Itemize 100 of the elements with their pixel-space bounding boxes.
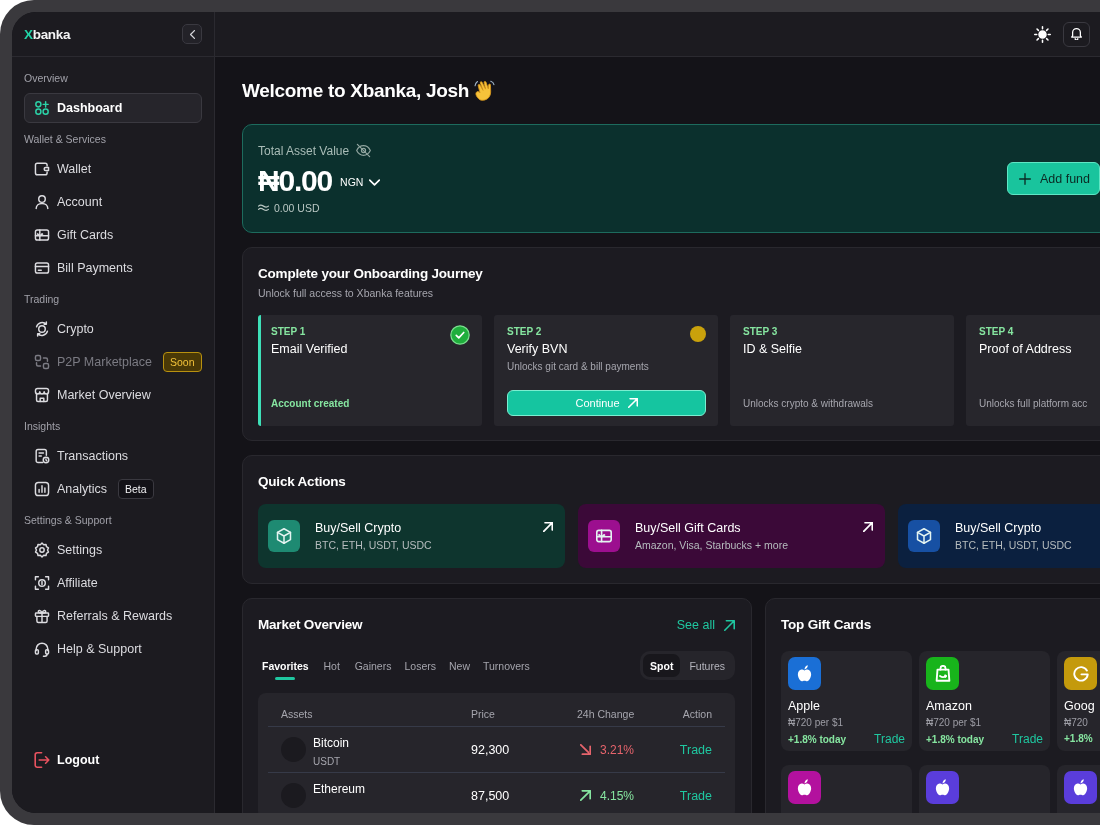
column-header: Action — [682, 708, 712, 721]
wallet-icon — [34, 160, 50, 177]
sun-icon[interactable] — [1034, 25, 1051, 43]
page-title: Welcome to Xbanka, Josh — [242, 79, 470, 103]
section-label: Overview — [24, 71, 69, 85]
eye-off-icon[interactable] — [356, 143, 372, 158]
segment-button[interactable]: Futures — [682, 654, 732, 677]
focus-coin-icon — [34, 574, 50, 591]
asset-name: Ethereum — [313, 782, 366, 797]
quick-action-card[interactable]: Buy/Sell Crypto BTC, ETH, USDT, USDC — [898, 504, 1100, 568]
tab[interactable]: Hot — [321, 658, 342, 680]
sidebar-item[interactable]: Gift Cards — [24, 219, 202, 250]
change-text: 3.21% — [600, 742, 635, 757]
document-clock-icon — [34, 447, 50, 464]
sidebar-item[interactable]: Bill Payments — [24, 252, 202, 283]
coin-cycle-icon — [34, 320, 50, 337]
converted-balance: 0.00 USD — [274, 200, 320, 215]
price-text: 87,500 — [471, 788, 510, 803]
logout-item[interactable]: Logout — [24, 745, 110, 775]
headset-icon — [34, 640, 50, 657]
chevron-down-icon — [369, 178, 381, 186]
step-title: Proof of Address — [979, 341, 1072, 357]
change-text: 4.15% — [600, 788, 635, 803]
step-label: STEP 3 — [743, 326, 778, 338]
logo: Xbanka — [24, 26, 71, 42]
asset-name: Bitcoin — [313, 736, 350, 751]
gift-card-name: Apple — [788, 698, 820, 714]
price-text: 92,300 — [471, 742, 510, 757]
tab[interactable]: Gainers — [354, 658, 392, 680]
sidebar-item[interactable]: Transactions — [24, 440, 202, 471]
action-title: Buy/Sell Crypto — [955, 520, 1042, 536]
section-label: Settings & Support — [24, 513, 113, 527]
panel-subtitle: Unlock full access to Xbanka features — [258, 286, 434, 300]
balance-amount: ₦0.00 — [258, 163, 333, 198]
credit-card-icon — [34, 259, 50, 276]
sidebar-item[interactable]: Referrals & Rewards — [24, 600, 202, 631]
badge: Soon — [162, 351, 202, 372]
transfer-icon — [34, 353, 50, 370]
section-label: Insights — [24, 419, 62, 433]
sidebar-item[interactable]: Affiliate — [24, 567, 202, 598]
panel-title: Complete your Onboarding Journey — [258, 265, 483, 283]
action-title: Buy/Sell Crypto — [315, 520, 402, 536]
grid-icon — [34, 99, 50, 116]
section-label: Wallet & Services — [24, 132, 107, 146]
quick-action-card[interactable]: Buy/Sell Gift Cards Amazon, Visa, Starbucks + more — [578, 504, 885, 568]
arrow-down-right-icon — [580, 744, 591, 755]
badge: Beta — [118, 478, 154, 499]
notifications-button[interactable] — [1063, 21, 1090, 47]
action-title: Buy/Sell Gift Cards — [635, 520, 741, 536]
check-circle-icon — [450, 325, 470, 345]
store-icon — [34, 386, 50, 403]
sidebar-item[interactable]: Analytics — [24, 473, 118, 504]
arrow-up-right-icon — [580, 790, 591, 801]
tab[interactable]: Turnovers — [483, 658, 530, 680]
action-subtitle: Amazon, Visa, Starbucks + more — [635, 539, 788, 552]
action-subtitle: BTC, ETH, USDT, USDC — [955, 539, 1072, 552]
collapse-sidebar-button[interactable] — [182, 24, 202, 44]
step-note: Unlocks crypto & withdrawals — [743, 397, 874, 410]
sidebar-item[interactable]: Market Overview — [24, 379, 202, 410]
sidebar-item[interactable]: Help & Support — [24, 633, 202, 664]
chevron-left-icon — [189, 29, 195, 39]
trade-link[interactable]: Trade — [874, 732, 905, 746]
segment-button[interactable]: Spot — [643, 654, 681, 677]
panel-title: Market Overview — [258, 616, 363, 634]
waving-hand-icon — [474, 80, 496, 102]
step-note: Unlocks full platform acc — [979, 397, 1088, 410]
sidebar-item[interactable]: Account — [24, 186, 202, 217]
gift-card-rate: ₦720 — [1064, 716, 1088, 729]
step-title: ID & Selfie — [743, 341, 803, 357]
tab[interactable]: Losers — [404, 658, 436, 680]
sidebar-item[interactable]: Wallet — [24, 153, 202, 184]
add-fund-button[interactable]: Add fund — [1006, 162, 1100, 195]
arrow-up-right-icon — [863, 522, 873, 532]
step-label: STEP 4 — [979, 326, 1014, 338]
asset-label: Total Asset Value — [258, 142, 350, 159]
asset-symbol: USDT — [313, 755, 341, 768]
sidebar-item[interactable]: Crypto — [24, 313, 202, 344]
currency-select[interactable]: NGN — [340, 176, 381, 188]
sidebar-item[interactable]: Settings — [24, 534, 202, 565]
tab[interactable]: Favorites — [262, 658, 309, 680]
gift-card-change: +1.8% today — [788, 732, 847, 746]
section-label: Trading — [24, 292, 61, 306]
column-header: Assets — [281, 708, 314, 721]
action-subtitle: BTC, ETH, USDT, USDC — [315, 539, 432, 552]
gift-card-rate: ₦720 per $1 — [926, 716, 982, 729]
trade-link[interactable]: Trade — [679, 742, 712, 757]
gift-card-name: Amazon — [926, 698, 972, 714]
trade-link[interactable]: Trade — [1012, 732, 1043, 746]
sidebar-item[interactable]: Dashboard — [24, 92, 202, 123]
gift-card-change: +1.8% today — [926, 732, 985, 746]
quick-action-card[interactable]: Buy/Sell Crypto BTC, ETH, USDT, USDC — [258, 504, 565, 568]
user-icon — [34, 193, 50, 210]
gift-card-change: +1.8% — [1064, 732, 1093, 745]
column-header: 24h Change — [577, 708, 636, 721]
panel-title: Quick Actions — [258, 473, 346, 491]
tab[interactable]: New — [448, 658, 470, 680]
see-all-link[interactable]: See all — [676, 618, 735, 632]
logout-icon — [34, 752, 50, 768]
arrow-up-right-icon — [724, 619, 735, 631]
trade-link[interactable]: Trade — [679, 788, 712, 803]
